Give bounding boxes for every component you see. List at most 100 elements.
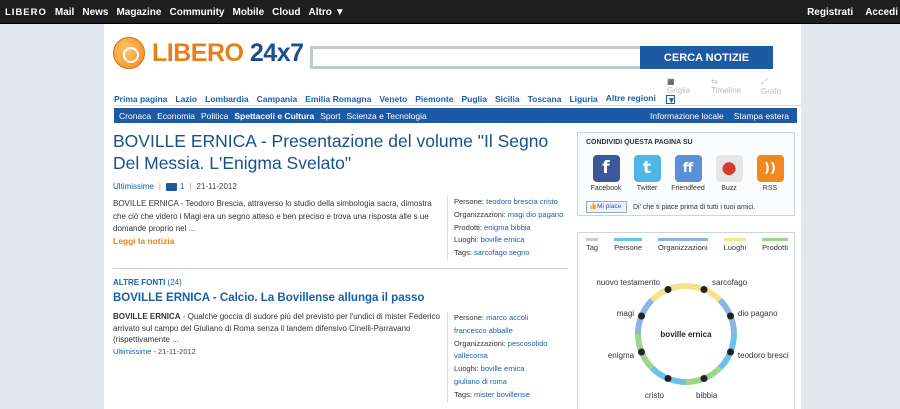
chevron-down-icon: ▼ (334, 6, 345, 18)
share-label: Twitter (636, 185, 658, 192)
tag-value[interactable]: vallecorsa (454, 351, 488, 360)
tag-key: Organizzazioni: (454, 338, 506, 348)
tag-row: Tags: sarcofago segno (454, 247, 571, 260)
share-label: Friendfeed (671, 185, 705, 192)
tag-node-dot (727, 348, 735, 356)
portal-nav: LIBERO Mail News Magazine Community Mobi… (5, 0, 361, 24)
region-sicilia[interactable]: Sicilia (495, 94, 520, 104)
tag-value[interactable]: giuliano di roma (454, 377, 507, 386)
region-liguria[interactable]: Liguria (569, 94, 597, 104)
search-input[interactable] (310, 46, 643, 69)
dropdown-arrow-icon: ▼ (666, 94, 676, 105)
region-emilia-romagna[interactable]: Emilia Romagna (305, 94, 371, 104)
category-right-links: Informazione locale Stampa estera (640, 108, 789, 123)
nav-magazine[interactable]: Magazine (116, 7, 161, 18)
tag-value[interactable]: pescosolido (508, 339, 548, 348)
other-sources-header[interactable]: ALTRE FONTI (24) (113, 278, 182, 287)
other-article-lead: BOVILLE ERNICA (113, 312, 181, 321)
cat-economia[interactable]: Economia (157, 111, 195, 121)
tag-key: Persone: (454, 313, 485, 322)
tag-node-dot (727, 312, 735, 320)
like-button[interactable]: 👍Mi piace (586, 201, 627, 213)
tag-value[interactable]: teodoro brescia cristo (486, 197, 558, 206)
photo-count[interactable]: 1 (180, 182, 184, 191)
share-twitter[interactable]: t Twitter (629, 155, 665, 192)
tag-node-label: sarcofago (712, 278, 748, 287)
region-piemonte[interactable]: Piemonte (415, 94, 453, 104)
tag-graph[interactable]: boville ernica nuovo testamento sarcofago… (578, 233, 796, 409)
tag-value[interactable]: boville ernica (481, 364, 525, 373)
tag-key: Luoghi: (454, 235, 479, 245)
share-label: Buzz (721, 185, 737, 192)
tag-value[interactable]: magi dio pagano (508, 210, 563, 219)
region-puglia[interactable]: Puglia (461, 94, 487, 104)
region-lombardia[interactable]: Lombardia (205, 94, 248, 104)
tag-node-label: enigma (608, 351, 635, 360)
libero-logo-icon[interactable] (113, 37, 145, 69)
buzz-icon: ● (715, 155, 743, 182)
tag-value[interactable]: marco accoli (486, 313, 528, 322)
tag-value[interactable]: boville ernica (481, 235, 525, 244)
login-link[interactable]: Accedi (865, 7, 898, 18)
meta-separator: | (158, 182, 161, 191)
cat-politica[interactable]: Politica (201, 111, 228, 121)
divider (113, 268, 568, 269)
rss-icon: )) (756, 155, 784, 182)
cat-spettacoli-cultura[interactable]: Spettacoli e Cultura (234, 111, 314, 121)
nav-altro-label: Altro (308, 6, 332, 18)
tag-value[interactable]: mister bovillense (474, 390, 530, 399)
tag-row: Tags: mister bovillense (454, 389, 571, 402)
other-article-title[interactable]: BOVILLE ERNICA - Calcio. La Bovillense a… (113, 292, 424, 304)
tag-row: francesco abballe (454, 325, 571, 338)
logo-text-24x7: 24x7 (249, 39, 304, 67)
share-friendfeed[interactable]: ff Friendfeed (670, 155, 706, 192)
region-veneto[interactable]: Veneto (379, 94, 407, 104)
camera-icon[interactable] (165, 182, 177, 191)
region-toscana[interactable]: Toscana (528, 94, 562, 104)
other-article-date: 21-11-2012 (158, 347, 196, 356)
article-source[interactable]: Ultimissime (113, 182, 154, 191)
tag-row: giuliano di roma (454, 376, 571, 389)
local-news-link[interactable]: Informazione locale (650, 111, 724, 121)
foreign-press-link[interactable]: Stampa estera (734, 111, 789, 121)
tag-value[interactable]: enigma bibbia (484, 223, 531, 232)
register-link[interactable]: Registrati (807, 7, 853, 18)
region-lazio[interactable]: Lazio (175, 94, 197, 104)
search-button[interactable]: CERCA NOTIZIE (640, 46, 773, 69)
cat-scienza-tecnologia[interactable]: Scienza e Tecnologia (347, 111, 427, 121)
nav-mobile[interactable]: Mobile (232, 7, 264, 18)
twitter-icon: t (633, 155, 661, 182)
site-logo[interactable]: LIBERO 24x7 (152, 38, 304, 68)
cat-cronaca[interactable]: Cronaca (119, 111, 151, 121)
article-title[interactable]: BOVILLE ERNICA - Presentazione del volum… (113, 130, 563, 174)
tag-node-dot (664, 375, 672, 383)
other-article-source[interactable]: Ultimissime (113, 347, 151, 356)
article-summary: BOVILLE ERNICA - Teodoro Brescia, attrav… (113, 199, 432, 233)
tag-node-dot (700, 375, 708, 383)
tag-key: Prodotti: (454, 222, 482, 232)
cat-sport[interactable]: Sport (320, 111, 340, 121)
share-facebook[interactable]: f Facebook (588, 155, 624, 192)
read-more-link[interactable]: Leggi la notizia (113, 236, 174, 246)
region-altre-label: Altre regioni (605, 93, 656, 104)
tag-key: Luoghi: (454, 364, 479, 374)
nav-community[interactable]: Community (169, 7, 224, 18)
nav-cloud[interactable]: Cloud (272, 7, 300, 18)
nav-altro[interactable]: Altro ▼ (308, 7, 352, 18)
region-altre[interactable]: Altre regioni ▼ (605, 93, 683, 105)
share-panel: CONDIVIDI QUESTA PAGINA SU f Facebook t Tw… (577, 132, 795, 216)
page-container: LIBERO 24x7 CERCA NOTIZIE ▦ Griglia ⇆ Ti… (104, 24, 801, 409)
meta-separator: - (153, 347, 156, 356)
region-campania[interactable]: Campania (257, 94, 298, 104)
share-rss[interactable]: )) RSS (752, 155, 788, 192)
share-buzz[interactable]: ● Buzz (711, 155, 747, 192)
nav-mail[interactable]: Mail (55, 7, 74, 18)
region-prima-pagina[interactable]: Prima pagina (114, 94, 167, 104)
tag-node-label: bibbia (696, 391, 718, 400)
nav-news[interactable]: News (82, 7, 108, 18)
logo-text-libero: LIBERO (152, 39, 244, 67)
nav-libero[interactable]: LIBERO (5, 7, 47, 18)
tag-value[interactable]: sarcofago segno (474, 248, 529, 257)
tag-graph-panel: Tag Persone Organizzazioni Luoghi Prodot… (577, 232, 795, 409)
tag-value[interactable]: francesco abballe (454, 326, 513, 335)
